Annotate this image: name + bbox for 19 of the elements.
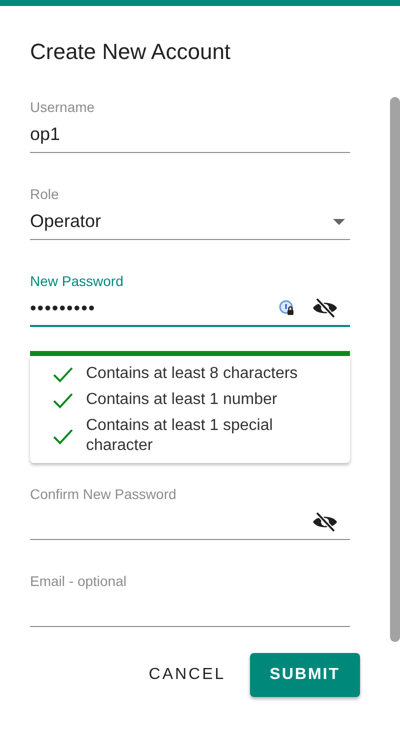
submit-button[interactable]: SUBMIT (250, 653, 360, 697)
field-label: Email - optional (30, 572, 128, 590)
visibility-off-icon[interactable] (311, 296, 339, 320)
field-label: Confirm New Password (30, 485, 178, 503)
requirement-text: Contains at least 1 number (86, 390, 278, 410)
field-label: New Password (30, 272, 124, 290)
input-field[interactable]: ••••••••• (30, 291, 350, 327)
cancel-button[interactable]: CANCEL (144, 653, 230, 697)
scrollbar[interactable] (390, 97, 400, 642)
requirement-text: Contains at least 1 special character (86, 416, 274, 456)
role-select[interactable]: Operator (30, 204, 350, 240)
password-manager-icon[interactable] (279, 300, 295, 316)
field-label: Username (30, 98, 96, 116)
field-label: Role (30, 185, 60, 203)
dropdown-arrow-icon (333, 218, 345, 224)
input-field[interactable]: op1 (30, 117, 350, 153)
requirement-text: Contains at least 8 characters (86, 364, 298, 384)
visibility-off-icon[interactable] (311, 510, 339, 534)
dialog-title: Create New Account (30, 38, 232, 66)
